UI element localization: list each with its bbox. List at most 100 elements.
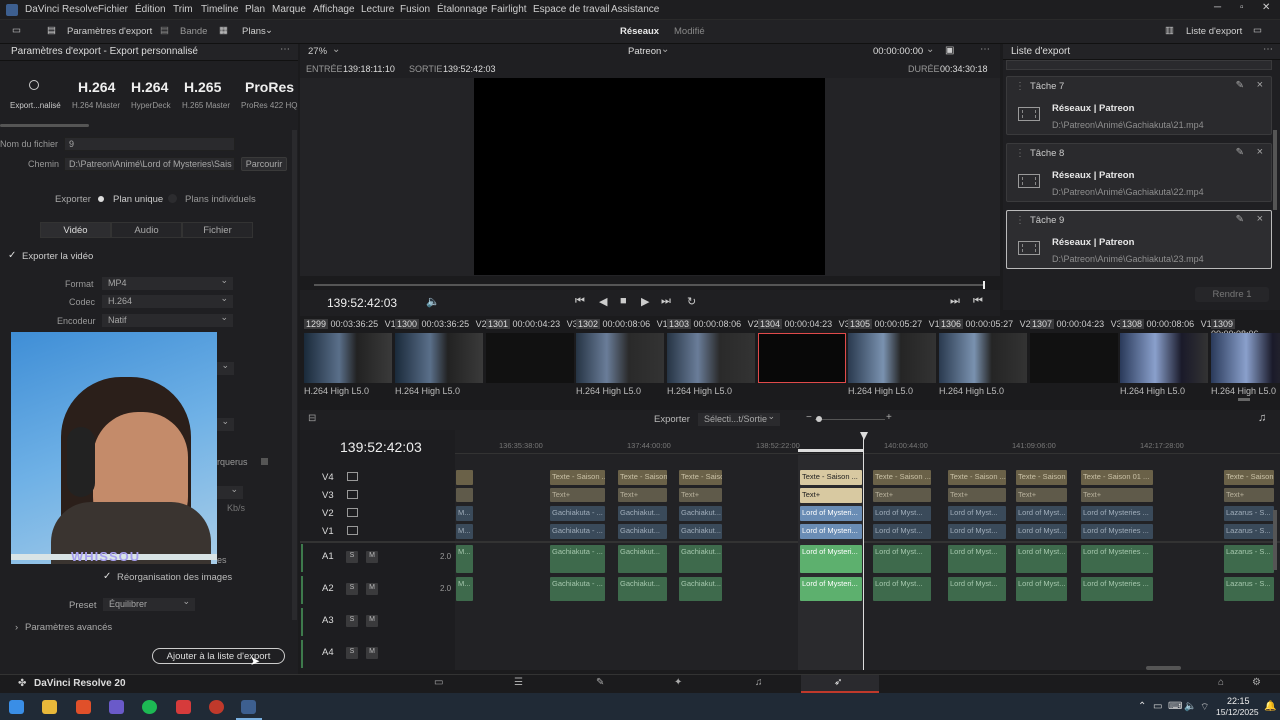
audio-clip[interactable]: Lord of Mysteri... <box>800 577 862 601</box>
fusion-page-icon[interactable]: ✎ <box>596 677 604 688</box>
clip-thumbnail[interactable] <box>667 333 755 383</box>
settings-scrollbar[interactable] <box>292 130 297 620</box>
solo-button[interactable]: S <box>346 615 358 627</box>
spotify-icon[interactable] <box>142 700 157 714</box>
menu-plan[interactable]: Plan <box>245 4 265 15</box>
app-icon[interactable] <box>176 700 191 714</box>
audio-clip[interactable]: Gachiakut... <box>679 545 722 573</box>
partial-select[interactable] <box>217 416 234 431</box>
audio-clip[interactable]: Gachiakuta - ... <box>550 577 605 601</box>
zoom-out-icon[interactable]: − <box>806 412 812 423</box>
clock-time[interactable]: 22:15 <box>1227 696 1250 706</box>
next-edit-icon[interactable]: ⏭ <box>950 295 960 308</box>
title-clip[interactable]: Texte - Saison ... <box>550 470 605 485</box>
render-button[interactable]: Rendre 1 <box>1195 287 1269 302</box>
prev-edit-icon[interactable]: ⏮ <box>973 295 983 308</box>
preset-scrollbar[interactable] <box>0 124 89 127</box>
collapse-icon[interactable]: ▭ <box>1253 25 1262 36</box>
video-audio-divider[interactable] <box>300 541 1280 543</box>
home-icon[interactable]: ⌂ <box>1218 677 1224 688</box>
scrubber-bar[interactable] <box>314 284 984 286</box>
mute-button[interactable]: M <box>366 583 378 595</box>
video-frame[interactable] <box>474 78 825 275</box>
video-clip[interactable]: Lord of Myst... <box>873 506 931 521</box>
more-options-icon[interactable]: ⋯ <box>280 44 290 55</box>
browse-button[interactable]: Parcourir <box>241 157 287 171</box>
audio-clip[interactable]: Gachiakut... <box>679 577 722 601</box>
video-clip[interactable]: Lord of Myst... <box>1016 506 1067 521</box>
track-visibility-icon[interactable] <box>347 508 358 517</box>
skip-back-icon[interactable]: ⏮ <box>575 295 585 308</box>
audio-clip[interactable]: Lord of Mysteri... <box>800 545 862 573</box>
chevron-down-icon[interactable]: ⌄ <box>661 44 669 55</box>
clip-thumbnail[interactable] <box>1211 333 1280 383</box>
timeline-options-icon[interactable]: ⊟ <box>308 413 316 424</box>
encoder-select[interactable]: Natif <box>102 312 233 327</box>
view-options-icon[interactable]: ▣ <box>945 45 954 56</box>
clip-thumbnail[interactable] <box>758 333 846 383</box>
render-job[interactable]: ⋮ Tâche 9 Réseaux | Patreon D:\Patreon\Anim… <box>1006 210 1272 269</box>
timeline-vscrollbar[interactable] <box>1273 510 1277 570</box>
remove-job-icon[interactable]: × <box>1257 213 1263 225</box>
playhead-marker[interactable] <box>983 281 985 289</box>
mute-button[interactable]: M <box>366 647 378 659</box>
text-plus-clip[interactable]: Text+ <box>1224 488 1274 502</box>
settings-icon[interactable]: ⚙ <box>1252 677 1261 688</box>
menu-marque[interactable]: Marque <box>272 4 306 15</box>
remove-job-icon[interactable]: × <box>1257 79 1263 91</box>
track-visibility-icon[interactable] <box>347 490 358 499</box>
text-plus-clip[interactable]: Text+ <box>800 488 862 503</box>
audio-clip[interactable]: Gachiakut... <box>618 577 667 601</box>
title-clip[interactable]: Texte - Saison ... <box>618 470 667 485</box>
clip-strip-scrollbar[interactable] <box>1238 398 1250 401</box>
tray-chevron-icon[interactable]: ⌃ <box>1138 701 1146 712</box>
audio-clip[interactable]: Lazarus - S... <box>1224 577 1274 601</box>
audio-clip[interactable]: M... <box>456 545 473 573</box>
solo-button[interactable]: S <box>346 551 358 563</box>
render-queue-button[interactable]: Liste d'export <box>1186 26 1242 37</box>
clock-date[interactable]: 15/12/2025 <box>1216 707 1259 717</box>
rocket-icon[interactable]: ➶ <box>834 677 842 688</box>
video-clip[interactable]: Lord of Mysteri... <box>800 524 862 539</box>
video-clip[interactable]: Gachiakuta - ... <box>550 524 605 539</box>
text-plus-clip[interactable]: Text+ <box>1081 488 1153 502</box>
audio-clip[interactable]: Gachiakut... <box>618 545 667 573</box>
audio-clip[interactable]: Lord of Mysteries ... <box>1081 545 1153 573</box>
brave-icon[interactable] <box>76 700 91 714</box>
advanced-settings-toggle[interactable]: Paramètres avancés <box>25 622 112 633</box>
track-visibility-icon[interactable] <box>347 526 358 535</box>
title-clip[interactable] <box>456 470 473 485</box>
stop-icon[interactable]: ■ <box>620 295 627 307</box>
menu-affichage[interactable]: Affichage <box>313 4 355 15</box>
zoom-slider-handle[interactable] <box>816 416 822 422</box>
menu-timeline[interactable]: Timeline <box>201 4 238 15</box>
title-clip[interactable]: Texte - Saison ... <box>679 470 722 485</box>
drag-handle-icon[interactable]: ⋮ <box>1015 81 1025 92</box>
davinci-resolve-taskbar-icon[interactable] <box>241 700 256 714</box>
menu-fusion[interactable]: Fusion <box>400 4 430 15</box>
export-params-button[interactable]: Paramètres d'export <box>67 26 152 37</box>
battery-icon[interactable]: ▭ <box>1153 701 1162 712</box>
text-plus-clip[interactable]: Text+ <box>873 488 931 502</box>
network-icon[interactable]: ⌨ <box>1168 701 1182 712</box>
render-job[interactable]: ⋮ Tâche 7 Réseaux | Patreon D:\Patreon\Anim… <box>1006 76 1272 135</box>
video-clip[interactable]: Gachiakut... <box>618 524 667 539</box>
title-clip[interactable]: Texte - Saison ... <box>873 470 931 485</box>
video-clip[interactable]: Gachiakut... <box>679 506 722 521</box>
timeline-scrollbar[interactable] <box>1146 666 1181 670</box>
mute-button[interactable]: M <box>366 615 378 627</box>
markers-color-swatch[interactable] <box>261 458 268 465</box>
timeline-playhead[interactable] <box>863 432 864 670</box>
play-icon[interactable]: ▶ <box>641 295 649 308</box>
path-input[interactable]: D:\Patreon\Animé\Lord of Mysteries\Sais <box>64 157 235 171</box>
preset-select[interactable]: Équilibrer <box>103 596 195 611</box>
queue-scrollbar[interactable] <box>1273 130 1277 210</box>
zoom-in-icon[interactable]: + <box>886 412 892 423</box>
video-clip[interactable]: Gachiakut... <box>679 524 722 539</box>
file-explorer-icon[interactable] <box>42 700 57 714</box>
chevron-down-icon[interactable]: ⌄ <box>926 44 934 55</box>
app-icon[interactable] <box>109 700 124 714</box>
preset-hyperdeck[interactable]: H.264 <box>131 79 168 95</box>
clip-thumbnail[interactable] <box>576 333 664 383</box>
range-select[interactable]: Sélecti...t/Sortie <box>698 411 780 426</box>
